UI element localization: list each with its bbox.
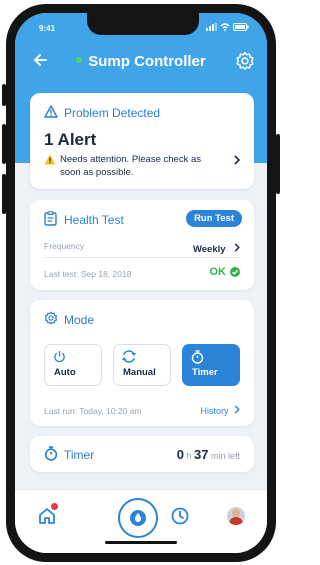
settings-gear-icon[interactable] <box>235 51 255 71</box>
test-result: OK <box>209 266 240 278</box>
history-link[interactable]: History <box>200 405 240 416</box>
warning-filled-icon <box>44 154 56 165</box>
mode-card-title: Mode <box>64 313 95 327</box>
status-time: 9:41 <box>39 24 56 33</box>
problem-card-title: Problem Detected <box>64 106 161 120</box>
status-icons <box>206 23 249 31</box>
notch <box>87 13 199 35</box>
notification-dot <box>51 503 58 510</box>
frequency-label: Frequency <box>44 241 85 251</box>
mute-switch <box>2 84 6 106</box>
mode-manual-button[interactable]: Manual <box>113 344 171 386</box>
frequency-value: Weekly <box>192 244 226 255</box>
app-screen: 9:41 Sump Controller Problem Detected 1 … <box>15 13 267 553</box>
avatar-shirt <box>229 517 243 525</box>
nav-water[interactable] <box>118 498 158 538</box>
alert-count: 1 Alert <box>44 130 97 149</box>
mode-timer-label: Timer <box>192 367 218 378</box>
water-drop-icon <box>130 510 146 526</box>
problem-detected-card[interactable]: Problem Detected 1 Alert Needs attention… <box>30 93 254 189</box>
title-bar: Sump Controller <box>15 47 267 77</box>
volume-down-button <box>2 174 6 214</box>
mode-timer-button[interactable]: Timer <box>182 344 240 386</box>
last-test-label: Last test: Sep 18, 2018 <box>44 269 132 279</box>
timer-minutes: 37 <box>194 447 209 462</box>
power-icon <box>54 350 65 363</box>
chevron-right-icon <box>234 243 240 252</box>
timer-remaining: 0 h 37 min left <box>177 447 240 462</box>
warning-outline-icon <box>44 105 58 118</box>
clock-icon <box>171 507 189 525</box>
battery-icon <box>233 23 249 31</box>
sync-icon <box>122 350 136 363</box>
divider <box>44 257 240 258</box>
health-test-card: Health Test Run Test Frequency Weekly La… <box>30 200 254 290</box>
chevron-right-icon[interactable] <box>234 155 240 165</box>
clipboard-icon <box>44 211 57 226</box>
stopwatch-icon <box>44 446 58 461</box>
power-button <box>276 134 280 194</box>
page-title-wrap: Sump Controller <box>15 53 267 70</box>
mode-card: Mode Auto Manual Timer Last run: Today, … <box>30 300 254 426</box>
page-title: Sump Controller <box>88 53 206 70</box>
check-circle-icon <box>230 267 240 277</box>
mode-auto-button[interactable]: Auto <box>44 344 102 386</box>
health-card-title: Health Test <box>64 213 124 227</box>
wifi-icon <box>220 23 230 31</box>
online-status-dot <box>76 57 83 64</box>
timer-card: Timer 0 h 37 min left <box>30 436 254 472</box>
phone-frame: 9:41 Sump Controller Problem Detected 1 … <box>2 4 280 562</box>
gear-icon <box>44 311 58 325</box>
nav-home[interactable] <box>37 503 58 531</box>
signal-icon <box>206 23 217 31</box>
mode-manual-label: Manual <box>123 367 156 378</box>
timer-minutes-unit: min left <box>210 451 240 461</box>
timer-card-title: Timer <box>64 448 95 462</box>
timer-hours-unit: h <box>186 451 192 461</box>
chevron-right-icon <box>234 405 240 414</box>
test-result-text: OK <box>209 266 227 278</box>
profile-avatar[interactable] <box>227 507 245 525</box>
volume-up-button <box>2 124 6 164</box>
alert-message: Needs attention. Please check as soon as… <box>60 154 202 178</box>
mode-auto-label: Auto <box>54 367 76 378</box>
history-link-label: History <box>200 406 229 416</box>
frequency-select[interactable]: Weekly <box>193 239 240 257</box>
stopwatch-icon <box>191 350 204 364</box>
last-run-label: Last run: Today, 10:20 am <box>44 406 142 416</box>
timer-hours: 0 <box>176 447 184 462</box>
run-test-button[interactable]: Run Test <box>186 210 242 227</box>
nav-history[interactable] <box>171 507 189 530</box>
home-indicator <box>105 541 177 544</box>
avatar-face <box>232 509 240 517</box>
